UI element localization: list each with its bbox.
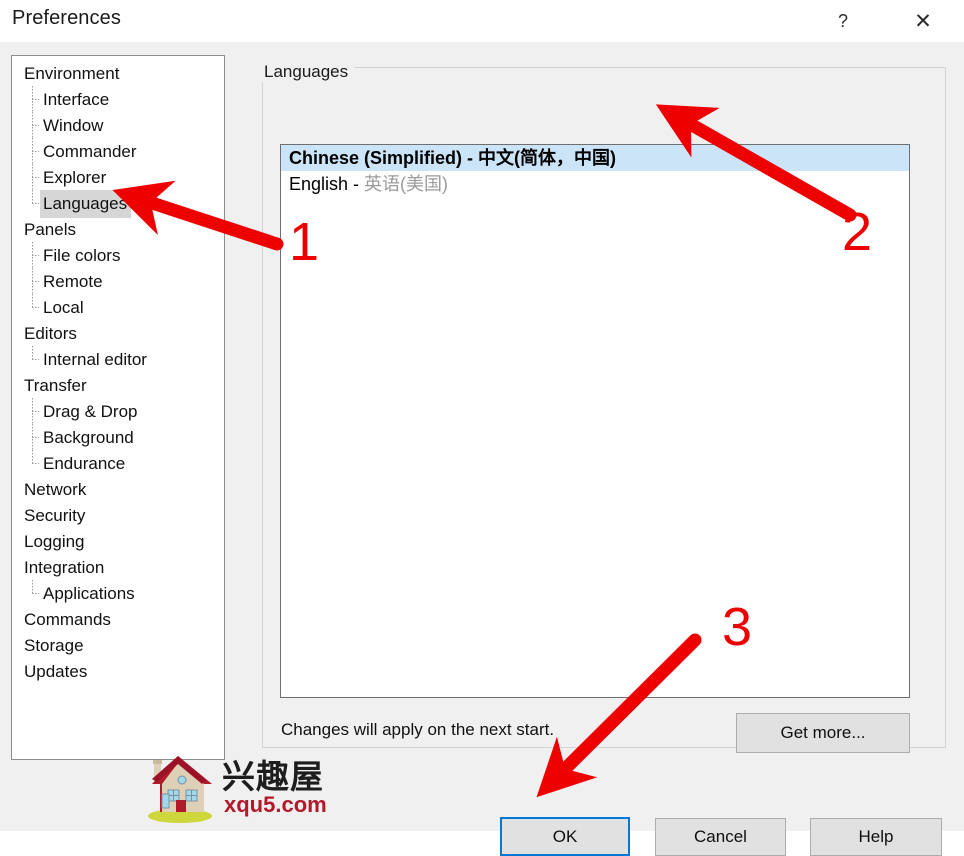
tree-item-remote[interactable]: Remote — [12, 268, 224, 294]
tree-item-updates[interactable]: Updates — [12, 658, 224, 684]
help-icon[interactable]: ? — [820, 0, 866, 42]
ok-button[interactable]: OK — [500, 817, 630, 856]
tree-item-internal-editor[interactable]: Internal editor — [12, 346, 224, 372]
tree-item-label: Languages — [40, 190, 132, 218]
get-more-button[interactable]: Get more... — [736, 713, 910, 753]
tree-item-label: Storage — [24, 636, 84, 655]
tree-item-environment[interactable]: Environment — [12, 60, 224, 86]
cancel-button[interactable]: Cancel — [655, 818, 786, 856]
tree-item-label: Local — [43, 298, 84, 317]
watermark-cn-text: 兴趣屋 — [222, 757, 324, 796]
watermark-url-text: xqu5.com — [224, 792, 327, 817]
tree-item-label: Internal editor — [43, 350, 147, 369]
tree-item-label: Interface — [43, 90, 110, 109]
tree-item-drag-drop[interactable]: Drag & Drop — [12, 398, 224, 424]
language-row[interactable]: Chinese (Simplified) - 中文(简体，中国) — [281, 145, 909, 171]
tree-item-label: Logging — [24, 532, 85, 551]
tree-item-label: Network — [24, 480, 87, 499]
languages-groupbox-title: Languages — [260, 62, 355, 82]
tree-item-label: Transfer — [24, 376, 87, 395]
tree-item-network[interactable]: Network — [12, 476, 224, 502]
window-title: Preferences — [12, 7, 121, 29]
tree-item-label: Editors — [24, 324, 77, 343]
tree-item-label: Applications — [43, 584, 135, 603]
restart-hint-label: Changes will apply on the next start. — [281, 720, 555, 739]
settings-tree[interactable]: Environment Interface Window Commander Explo… — [11, 55, 225, 760]
tree-item-label: Commander — [43, 142, 137, 161]
language-native-name: 英语(美国) — [364, 174, 449, 194]
tree-item-commands[interactable]: Commands — [12, 606, 224, 632]
tree-item-label: Commands — [24, 610, 111, 629]
tree-item-applications[interactable]: Applications — [12, 580, 224, 606]
language-listbox[interactable]: Chinese (Simplified) - 中文(简体，中国) English … — [280, 144, 910, 698]
tree-item-label: Background — [43, 428, 134, 447]
tree-item-logging[interactable]: Logging — [12, 528, 224, 554]
language-native-name: 中文(简体，中国) — [478, 148, 617, 168]
dialog-client-area: Environment Interface Window Commander Explo… — [0, 42, 964, 856]
language-list-rows: Chinese (Simplified) - 中文(简体，中国) English … — [281, 145, 909, 197]
tree-item-label: Explorer — [43, 168, 107, 187]
tree-item-commander[interactable]: Commander — [12, 138, 224, 164]
tree-item-label: Window — [43, 116, 104, 135]
watermark: 兴趣屋 xqu5.com — [140, 748, 330, 828]
tree-item-file-colors[interactable]: File colors — [12, 242, 224, 268]
tree-item-interface[interactable]: Interface — [12, 86, 224, 112]
tree-item-label: Remote — [43, 272, 103, 291]
tree-item-label: Environment — [24, 64, 120, 83]
tree-item-label: Drag & Drop — [43, 402, 138, 421]
settings-tree-list: Environment Interface Window Commander Explo… — [12, 56, 224, 684]
close-icon[interactable]: ✕ — [900, 0, 946, 42]
tree-item-label: Panels — [24, 220, 76, 239]
tree-item-label: Integration — [24, 558, 105, 577]
language-name: Chinese (Simplified) - — [289, 148, 479, 168]
tree-item-integration[interactable]: Integration — [12, 554, 224, 580]
tree-item-editors[interactable]: Editors — [12, 320, 224, 346]
tree-item-explorer[interactable]: Explorer — [12, 164, 224, 190]
language-name: English - — [289, 174, 365, 194]
tree-item-label: Updates — [24, 662, 88, 681]
tree-item-panels[interactable]: Panels — [12, 216, 224, 242]
help-button[interactable]: Help — [810, 818, 942, 856]
title-bar: Preferences ? ✕ — [0, 0, 964, 42]
tree-item-label: Endurance — [43, 454, 126, 473]
tree-item-local[interactable]: Local — [12, 294, 224, 320]
language-row[interactable]: English - 英语(美国) — [281, 171, 909, 197]
tree-item-languages[interactable]: Languages — [12, 190, 224, 218]
tree-item-label: Security — [24, 506, 86, 525]
tree-item-transfer[interactable]: Transfer — [12, 372, 224, 398]
tree-item-security[interactable]: Security — [12, 502, 224, 528]
tree-item-endurance[interactable]: Endurance — [12, 450, 224, 476]
preferences-dialog: Preferences ? ✕ Environment Interface Wind… — [0, 0, 964, 856]
tree-item-window[interactable]: Window — [12, 112, 224, 138]
tree-item-background[interactable]: Background — [12, 424, 224, 450]
tree-item-storage[interactable]: Storage — [12, 632, 224, 658]
tree-item-label: File colors — [43, 246, 121, 265]
